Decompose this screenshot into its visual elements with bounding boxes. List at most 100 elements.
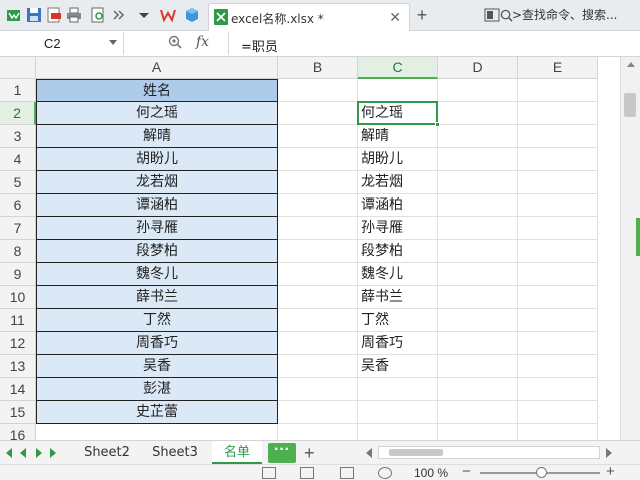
row-header-13[interactable]: 13 (0, 355, 36, 378)
cell-a13[interactable]: 吴香 (36, 355, 278, 378)
cell-a7[interactable]: 孙寻雁 (36, 217, 278, 240)
print-preview-icon[interactable] (90, 7, 106, 23)
cell-d11[interactable] (438, 309, 518, 332)
cell-a16[interactable] (36, 424, 278, 440)
cell-b12[interactable] (278, 332, 358, 355)
row-header-10[interactable]: 10 (0, 286, 36, 309)
cell-a3[interactable]: 解晴 (36, 125, 278, 148)
row-header-8[interactable]: 8 (0, 240, 36, 263)
command-search[interactable]: >查找命令、搜索... (498, 4, 640, 27)
cell-b13[interactable] (278, 355, 358, 378)
cell-b15[interactable] (278, 401, 358, 424)
insert-function-button[interactable]: fx (196, 34, 209, 50)
row-header-11[interactable]: 11 (0, 309, 36, 332)
chevron-down-icon[interactable] (109, 40, 117, 45)
cell-e4[interactable] (518, 148, 598, 171)
cell-c13[interactable]: 吴香 (358, 355, 438, 378)
sheet-tab-sheet2[interactable]: Sheet2 (78, 441, 136, 464)
zoom-in-button[interactable]: + (606, 463, 615, 480)
cell-d16[interactable] (438, 424, 518, 440)
first-sheet-icon[interactable] (6, 448, 12, 458)
cell-a12[interactable]: 周香巧 (36, 332, 278, 355)
side-panel-handle[interactable] (636, 218, 640, 256)
cell-e13[interactable] (518, 355, 598, 378)
normal-view-icon[interactable] (262, 467, 276, 479)
row-header-15[interactable]: 15 (0, 401, 36, 424)
cloud-docs-icon[interactable] (184, 7, 200, 23)
row-header-5[interactable]: 5 (0, 171, 36, 194)
cell-b6[interactable] (278, 194, 358, 217)
cell-a15[interactable]: 史芷蕾 (36, 401, 278, 424)
cell-b3[interactable] (278, 125, 358, 148)
sheet-more-button[interactable]: ··· (268, 442, 296, 463)
cell-a2[interactable]: 何之瑶 (36, 102, 278, 125)
zoom-lookup-icon[interactable] (168, 35, 182, 49)
row-header-2[interactable]: 2 (0, 102, 36, 125)
cell-d2[interactable] (438, 102, 518, 125)
cell-a1[interactable]: 姓名 (36, 79, 278, 102)
scroll-up-icon[interactable] (627, 62, 635, 67)
row-header-6[interactable]: 6 (0, 194, 36, 217)
column-header-e[interactable]: E (518, 57, 598, 79)
cell-b2[interactable] (278, 102, 358, 125)
cell-e7[interactable] (518, 217, 598, 240)
new-tab-button[interactable]: + (414, 4, 430, 26)
zoom-slider-handle[interactable] (536, 467, 547, 478)
last-sheet-icon[interactable] (50, 448, 56, 458)
close-tab-icon[interactable]: ✕ (389, 9, 401, 26)
add-sheet-button[interactable]: + (304, 442, 315, 464)
cell-d13[interactable] (438, 355, 518, 378)
cell-b14[interactable] (278, 378, 358, 401)
cell-e14[interactable] (518, 378, 598, 401)
column-header-d[interactable]: D (438, 57, 518, 79)
sheet-tab-sheet3[interactable]: Sheet3 (144, 441, 206, 464)
cell-b7[interactable] (278, 217, 358, 240)
cell-c8[interactable]: 段梦柏 (358, 240, 438, 263)
cell-a9[interactable]: 魏冬儿 (36, 263, 278, 286)
document-tab[interactable]: excel名称.xlsx * ✕ (208, 3, 410, 31)
cell-c6[interactable]: 谭涵柏 (358, 194, 438, 217)
name-box[interactable]: C2 (0, 32, 124, 55)
scroll-left-icon[interactable] (366, 448, 372, 458)
vertical-scroll-thumb[interactable] (624, 93, 636, 117)
cell-c4[interactable]: 胡盼儿 (358, 148, 438, 171)
cell-d1[interactable] (438, 79, 518, 102)
cell-e1[interactable] (518, 79, 598, 102)
cell-e10[interactable] (518, 286, 598, 309)
cell-b1[interactable] (278, 79, 358, 102)
cell-b5[interactable] (278, 171, 358, 194)
select-all-corner[interactable] (0, 57, 36, 79)
row-header-9[interactable]: 9 (0, 263, 36, 286)
cell-d3[interactable] (438, 125, 518, 148)
cell-a14[interactable]: 彭湛 (36, 378, 278, 401)
sheet-tab-roster[interactable]: 名单 (212, 441, 262, 464)
row-header-12[interactable]: 12 (0, 332, 36, 355)
cell-a10[interactable]: 薛书兰 (36, 286, 278, 309)
cell-d7[interactable] (438, 217, 518, 240)
zoom-level[interactable]: 100 % (414, 466, 448, 480)
cell-d9[interactable] (438, 263, 518, 286)
next-sheet-icon[interactable] (36, 448, 42, 458)
cell-c3[interactable]: 解晴 (358, 125, 438, 148)
row-header-16[interactable]: 16 (0, 424, 36, 440)
cell-c10[interactable]: 薛书兰 (358, 286, 438, 309)
cell-b10[interactable] (278, 286, 358, 309)
cell-e8[interactable] (518, 240, 598, 263)
cell-d14[interactable] (438, 378, 518, 401)
page-break-icon[interactable] (340, 467, 354, 479)
horizontal-scrollbar[interactable] (378, 446, 600, 459)
row-header-4[interactable]: 4 (0, 148, 36, 171)
cell-c7[interactable]: 孙寻雁 (358, 217, 438, 240)
row-header-14[interactable]: 14 (0, 378, 36, 401)
cell-e6[interactable] (518, 194, 598, 217)
cell-e5[interactable] (518, 171, 598, 194)
horizontal-scroll-thumb[interactable] (389, 449, 443, 456)
column-header-a[interactable]: A (36, 57, 278, 79)
cell-b16[interactable] (278, 424, 358, 440)
cell-d8[interactable] (438, 240, 518, 263)
cell-c2[interactable]: 何之瑶 (358, 102, 438, 125)
reading-mode-icon[interactable] (378, 467, 392, 479)
cell-a11[interactable]: 丁然 (36, 309, 278, 332)
row-header-7[interactable]: 7 (0, 217, 36, 240)
row-header-1[interactable]: 1 (0, 79, 36, 102)
